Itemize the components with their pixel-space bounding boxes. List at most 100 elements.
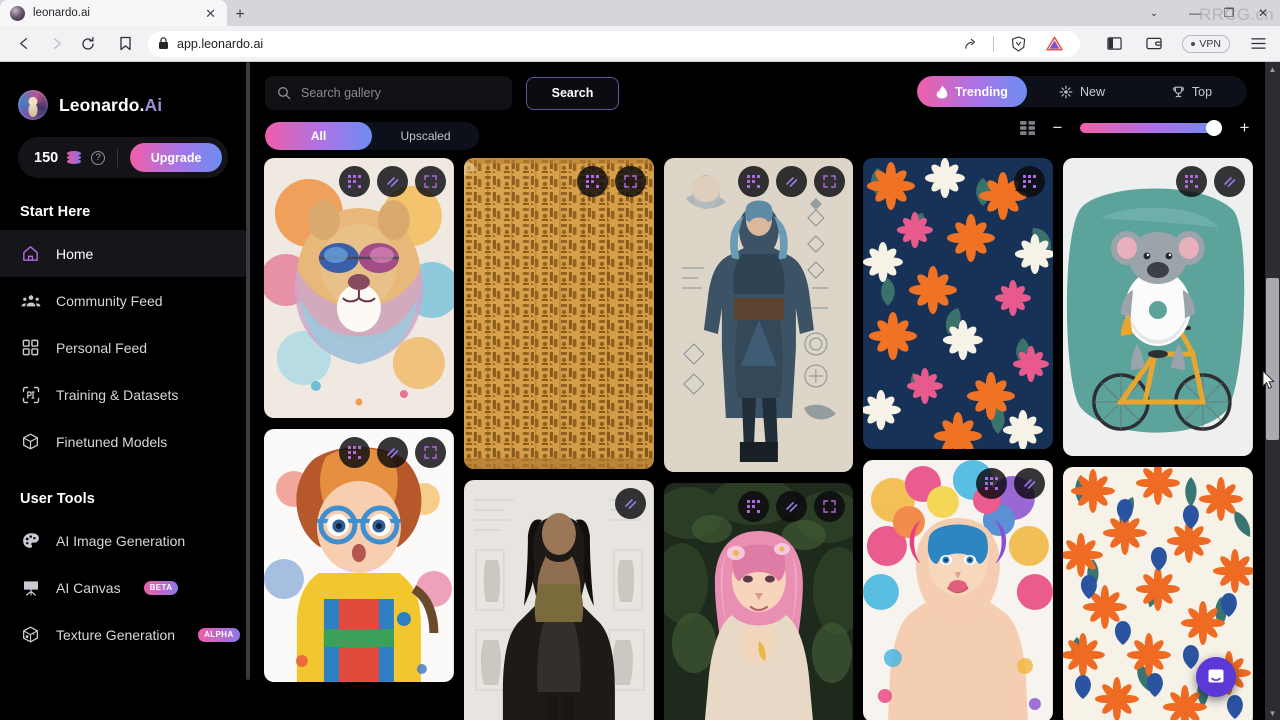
sidebar-item-label: AI Canvas (56, 579, 121, 596)
reload-icon[interactable] (74, 30, 102, 58)
fullscreen-icon[interactable] (414, 166, 446, 197)
card-actions (1175, 166, 1245, 197)
vpn-status-dot (1191, 41, 1196, 46)
tab-top[interactable]: Top (1137, 76, 1247, 107)
layout-grid-icon[interactable] (1020, 120, 1035, 135)
tab-trending[interactable]: Trending (917, 76, 1027, 107)
hamburger-menu-icon[interactable] (1246, 31, 1270, 57)
upgrade-button[interactable]: Upgrade (130, 143, 222, 172)
page-scrollbar-thumb[interactable] (1266, 278, 1279, 440)
upscale-icon[interactable] (1014, 468, 1046, 499)
gallery-card-blue-haired-warrior[interactable] (663, 158, 854, 472)
gallery-card-pink-haired-woman[interactable] (663, 483, 854, 720)
intercom-chat-button[interactable] (1196, 657, 1236, 697)
window-close-icon[interactable]: ✕ (1246, 0, 1280, 26)
sidebar-item-label: AI Image Generation (56, 532, 186, 549)
upscale-icon[interactable] (776, 491, 808, 522)
web-page: Leonardo.Ai 150 ? Upgrade Start Here Hom… (0, 62, 1280, 720)
remix-icon[interactable] (1014, 166, 1046, 197)
search-button[interactable]: Search (526, 76, 619, 110)
sidebar-scrollbar-thumb[interactable] (246, 62, 250, 680)
tab-all[interactable]: All (265, 122, 372, 150)
gallery-card-girl-blue-glasses[interactable] (264, 429, 454, 682)
credits-panel: 150 ? Upgrade (18, 137, 228, 178)
sidebar-item-label: Home (56, 245, 94, 262)
badge-beta: BETA (143, 580, 179, 595)
brand-logo-block[interactable]: Leonardo.Ai (0, 62, 250, 120)
fullscreen-icon[interactable] (814, 491, 846, 522)
brave-lion-icon[interactable] (1006, 31, 1030, 57)
sidebar-item-home[interactable]: Home (0, 230, 250, 277)
sidebar-item-ai-image-generation[interactable]: AI Image Generation (0, 517, 250, 564)
gallery-column (663, 158, 854, 720)
fullscreen-icon[interactable] (414, 437, 446, 468)
remix-icon[interactable] (1175, 166, 1207, 197)
tab-upscaled[interactable]: Upscaled (372, 122, 479, 150)
upscale-icon[interactable] (376, 166, 408, 197)
address-bar[interactable]: app.leonardo.ai (148, 30, 1081, 57)
remix-icon[interactable] (738, 491, 770, 522)
badge-alpha: ALPHA (198, 627, 240, 642)
back-arrow-icon[interactable] (10, 30, 38, 58)
zoom-in-button[interactable]: + (1238, 119, 1251, 136)
vpn-status-chip[interactable]: VPN (1182, 34, 1230, 53)
sidebar-item-community-feed[interactable]: Community Feed (0, 277, 250, 324)
page-scrollbar-track[interactable]: ▲ ▼ (1265, 62, 1280, 720)
card-actions (614, 488, 646, 519)
gallery-card-orange-floral-dark[interactable] (863, 158, 1054, 449)
sidebar-panel-icon[interactable] (1102, 31, 1126, 57)
gallery-card-dark-haired-warrior[interactable] (463, 480, 654, 720)
sidebar-item-ai-canvas[interactable]: AI Canvas BETA (0, 564, 250, 611)
search-input-wrapper[interactable]: Search gallery (265, 76, 512, 110)
zoom-slider[interactable] (1080, 119, 1222, 136)
zoom-slider-knob[interactable] (1206, 119, 1222, 136)
url-text: app.leonardo.ai (177, 36, 264, 51)
gallery-card-rainbow-hair-portrait[interactable] (863, 460, 1054, 720)
sidebar-item-training-datasets[interactable]: Training & Datasets (0, 371, 250, 418)
wallet-icon[interactable] (1142, 31, 1166, 57)
remix-icon[interactable] (976, 468, 1008, 499)
upscale-icon[interactable] (1213, 166, 1245, 197)
scroll-down-arrow-icon[interactable]: ▼ (1265, 706, 1280, 720)
remix-icon[interactable] (338, 166, 370, 197)
search-input[interactable]: Search gallery (301, 86, 381, 100)
bookmark-icon[interactable] (112, 30, 138, 58)
new-tab-button[interactable]: + (227, 4, 253, 26)
upscale-icon[interactable] (776, 166, 808, 197)
scroll-up-arrow-icon[interactable]: ▲ (1265, 62, 1280, 76)
browser-tab-leonardo[interactable]: leonardo.ai ✕ (0, 0, 227, 26)
remix-icon[interactable] (576, 166, 608, 197)
sidebar-item-label: Community Feed (56, 292, 163, 309)
share-icon[interactable] (957, 31, 981, 57)
maximize-icon[interactable]: ❐ (1212, 0, 1246, 26)
close-icon[interactable]: ✕ (202, 7, 219, 20)
filter-tabs: All Upscaled (265, 122, 479, 150)
upscale-icon[interactable] (614, 488, 646, 519)
window-controls: — ❐ ✕ (1178, 0, 1280, 26)
gallery-card-koala-bicycle[interactable] (1063, 158, 1253, 456)
search-row: Search gallery Search (265, 76, 619, 110)
sidebar-item-personal-feed[interactable]: Personal Feed (0, 324, 250, 371)
card-image (863, 158, 1054, 449)
minimize-icon[interactable]: — (1178, 0, 1212, 26)
brave-rewards-triangle-icon[interactable] (1042, 31, 1066, 57)
gallery-card-egyptian-hieroglyphics[interactable] (463, 158, 654, 469)
question-mark-icon[interactable]: ? (91, 150, 106, 165)
sort-label: Top (1191, 84, 1213, 99)
app-sidebar: Leonardo.Ai 150 ? Upgrade Start Here Hom… (0, 62, 250, 720)
upscale-icon[interactable] (376, 437, 408, 468)
remix-icon[interactable] (738, 166, 770, 197)
fullscreen-icon[interactable] (614, 166, 646, 197)
gallery-card-watercolor-lion[interactable] (264, 158, 454, 418)
tab-new[interactable]: New (1027, 76, 1137, 107)
texture-cube-icon (20, 624, 41, 645)
chevron-down-icon[interactable]: ⌄ (1140, 0, 1168, 26)
easel-icon (20, 577, 41, 598)
sidebar-item-texture-generation[interactable]: Texture Generation ALPHA (0, 611, 250, 658)
forward-arrow-icon (42, 30, 70, 58)
sidebar-item-finetuned-models[interactable]: Finetuned Models (0, 418, 250, 465)
fullscreen-icon[interactable] (814, 166, 846, 197)
sort-label: Trending (955, 84, 1008, 99)
remix-icon[interactable] (338, 437, 370, 468)
zoom-out-button[interactable]: − (1051, 119, 1064, 136)
